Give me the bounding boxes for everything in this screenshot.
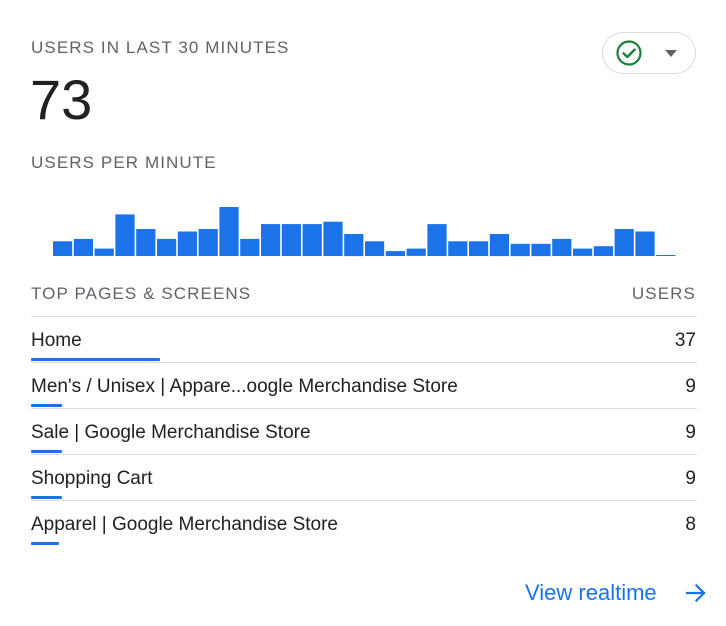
chart-bar[interactable] (489, 234, 509, 257)
chart-bar[interactable] (593, 246, 613, 256)
chart-bar[interactable] (323, 221, 343, 256)
chart-bar[interactable] (261, 224, 281, 256)
table-header: TOP PAGES & SCREENS USERS (31, 284, 696, 306)
table-row[interactable]: Apparel | Google Merchandise Store 8 (31, 500, 697, 546)
table-row[interactable]: Men's / Unisex | Appare...oogle Merchand… (31, 362, 697, 408)
page-users-value: 37 (674, 330, 696, 351)
table-row[interactable]: Home 37 (31, 316, 697, 362)
page-name: Shopping Cart (31, 468, 153, 489)
users-share-bar (31, 542, 59, 545)
page-users-value: 9 (685, 376, 696, 397)
column-header-users: USERS (631, 284, 696, 303)
page-name: Apparel | Google Merchandise Store (31, 514, 338, 535)
realtime-card: USERS IN LAST 30 MINUTES 73 USERS PER MI… (0, 0, 726, 626)
chart-bar[interactable] (448, 241, 468, 256)
chart-bar[interactable] (406, 248, 426, 256)
page-name: Sale | Google Merchandise Store (31, 422, 311, 443)
chart-bar[interactable] (198, 229, 218, 256)
users-per-minute-chart (53, 207, 676, 257)
column-header-pages: TOP PAGES & SCREENS (31, 284, 252, 303)
top-pages-list: Home 37 Men's / Unisex | Appare...oogle Me… (31, 316, 697, 546)
table-row[interactable]: Sale | Google Merchandise Store 9 (31, 408, 697, 454)
chart-bar[interactable] (136, 229, 156, 256)
users-share-bar (31, 450, 62, 453)
card-title: USERS IN LAST 30 MINUTES (31, 38, 290, 57)
page-name: Home (31, 330, 82, 351)
arrow-right-icon[interactable] (685, 582, 707, 604)
chart-bar[interactable] (531, 243, 551, 257)
page-users-value: 9 (685, 422, 696, 443)
chart-bar[interactable] (73, 238, 93, 256)
chart-subtitle: USERS PER MINUTE (31, 153, 217, 172)
chart-bar[interactable] (573, 248, 593, 256)
chart-bar[interactable] (157, 238, 177, 256)
chart-bar[interactable] (614, 229, 634, 256)
page-users-value: 9 (685, 468, 696, 489)
status-dropdown-button[interactable] (602, 32, 696, 74)
chart-bar[interactable] (94, 248, 114, 256)
chart-bar[interactable] (240, 238, 260, 256)
total-users-count: 73 (30, 68, 93, 131)
page-name: Men's / Unisex | Appare...oogle Merchand… (31, 376, 458, 397)
users-share-bar (31, 496, 62, 499)
chart-bar[interactable] (53, 241, 73, 256)
chart-bar[interactable] (219, 207, 239, 256)
chart-bar[interactable] (115, 214, 135, 256)
check-circle-icon (616, 40, 642, 66)
page-users-value: 8 (685, 514, 696, 535)
chart-bar[interactable] (510, 243, 530, 257)
users-share-bar (31, 404, 62, 407)
caret-down-icon (665, 50, 677, 57)
chart-bar[interactable] (552, 238, 572, 256)
table-row[interactable]: Shopping Cart 9 (31, 454, 697, 500)
chart-bar[interactable] (281, 224, 301, 256)
users-share-bar (31, 358, 160, 361)
view-realtime-link[interactable]: View realtime (525, 580, 657, 606)
chart-bar[interactable] (344, 234, 364, 257)
chart-bar[interactable] (656, 255, 676, 256)
chart-bar[interactable] (635, 231, 655, 257)
chart-bar[interactable] (177, 231, 197, 257)
chart-bar[interactable] (385, 251, 405, 256)
chart-bar[interactable] (427, 224, 447, 256)
chart-bar[interactable] (302, 224, 322, 256)
chart-bar[interactable] (365, 241, 385, 256)
chart-bar[interactable] (469, 241, 489, 256)
